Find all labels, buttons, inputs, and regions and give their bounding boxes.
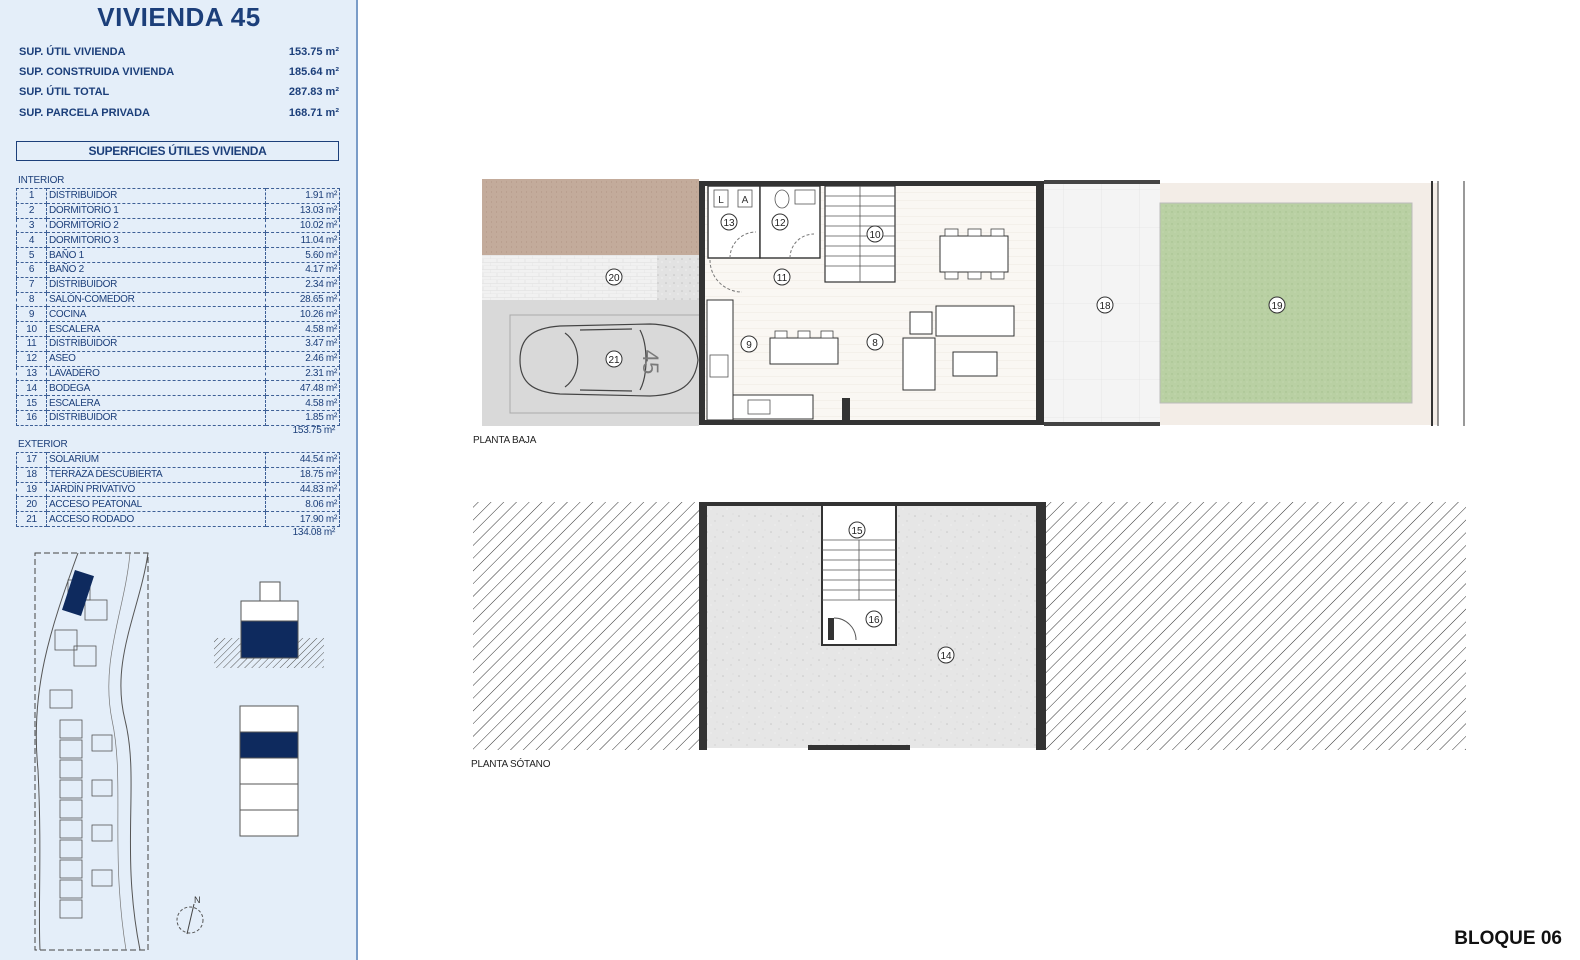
basement-caption: PLANTA SÓTANO <box>471 759 551 770</box>
room-tag-label: 16 <box>868 615 880 626</box>
earth-hatch <box>473 502 699 750</box>
wall <box>1044 180 1160 184</box>
room-tag: 15 <box>848 521 866 539</box>
kitchen-counter <box>706 299 734 421</box>
room-tag-label: 19 <box>1271 301 1283 312</box>
wall <box>699 181 705 425</box>
dryer-letter: A <box>742 195 749 206</box>
room-tag-label: 14 <box>940 651 952 662</box>
room-tag: 9 <box>740 335 758 353</box>
room-tag: 12 <box>771 213 789 231</box>
car-number: 45 <box>638 350 663 374</box>
dining-table <box>939 235 1009 273</box>
paving-area <box>482 179 699 255</box>
toilet-room <box>759 185 821 259</box>
sofa <box>935 305 1015 337</box>
room-tag: 13 <box>720 213 738 231</box>
room-tag: 11 <box>773 268 791 286</box>
wall <box>699 502 707 750</box>
basement-plan <box>473 502 1466 750</box>
earth-hatch <box>1046 502 1466 750</box>
gravel-strip <box>657 255 699 300</box>
room-tag-label: 21 <box>608 355 620 366</box>
floor-plans: 45 L A 8 9 10 11 12 13 18 19 20 21 14 15… <box>473 179 1466 750</box>
coffee-table <box>952 351 998 377</box>
room-tag: 21 <box>605 350 623 368</box>
room-tag: 20 <box>605 268 623 286</box>
room-tag: 19 <box>1268 296 1286 314</box>
kitchen-counter <box>732 394 814 420</box>
side-table <box>909 311 933 335</box>
room-tag: 14 <box>937 646 955 664</box>
room-tag-label: 18 <box>1099 301 1111 312</box>
room-tag: 8 <box>866 333 884 351</box>
sofa <box>902 337 936 391</box>
bar-stools <box>774 330 834 339</box>
room-tag-label: 13 <box>723 218 735 229</box>
room-tag-label: 12 <box>774 218 786 229</box>
block-label: BLOQUE 06 <box>1454 928 1562 949</box>
washer-letter: L <box>718 195 724 206</box>
room-tag-label: 20 <box>608 273 620 284</box>
room-tag: 18 <box>1096 296 1114 314</box>
room-tag: 10 <box>866 225 884 243</box>
garden <box>1159 202 1413 404</box>
wall <box>1036 502 1046 750</box>
room-tag-label: 10 <box>869 230 881 241</box>
room-tag-label: 15 <box>851 526 863 537</box>
pedestrian-access <box>482 255 657 300</box>
driveway <box>482 300 699 426</box>
wall <box>808 745 910 750</box>
ground-floor-plan: 45 L A <box>482 179 1465 426</box>
room-tag-label: 9 <box>746 340 752 351</box>
ground-floor-caption: PLANTA BAJA <box>473 435 537 446</box>
wall <box>1044 422 1160 426</box>
kitchen-island <box>769 337 839 365</box>
wall <box>702 181 1044 186</box>
wall <box>1036 181 1044 425</box>
wall <box>702 420 1044 425</box>
wall <box>842 398 850 420</box>
room-tag: 16 <box>865 610 883 628</box>
room-tag-label: 11 <box>777 273 788 284</box>
room-tag-label: 8 <box>872 338 878 349</box>
door-leaf <box>828 618 834 640</box>
